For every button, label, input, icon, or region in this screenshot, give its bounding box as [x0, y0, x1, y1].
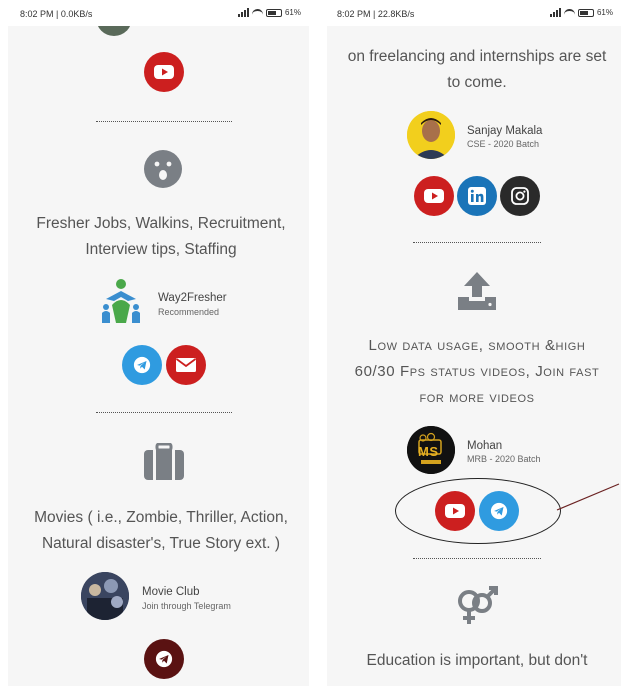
battery-percent: 61%	[596, 8, 613, 17]
highlight-oval	[395, 478, 561, 544]
section-description: Fresher Jobs, Walkins, Recruitment, Inte…	[36, 215, 286, 258]
youtube-button[interactable]	[435, 491, 475, 531]
wifi-icon	[251, 8, 263, 17]
left-phone-screen: 8:02 PM | 0.0KB/s 61% Fresher Jobs, Walk…	[8, 0, 309, 686]
telegram-icon	[155, 650, 173, 668]
channel-subtitle: Recommended	[158, 307, 220, 317]
channel-logo-text: MS	[418, 444, 439, 459]
upload-icon	[456, 271, 498, 311]
signal-icon	[549, 8, 561, 17]
mail-icon	[176, 358, 196, 372]
linkedin-button[interactable]	[457, 176, 497, 216]
annotation-pointer-line	[556, 483, 620, 511]
divider	[96, 412, 232, 413]
section-description-partial: Education is important, but don't	[366, 652, 588, 669]
divider	[96, 121, 232, 122]
telegram-button[interactable]	[479, 491, 519, 531]
author-subtitle: CSE - 2020 Batch	[467, 139, 540, 149]
youtube-icon	[154, 65, 174, 79]
instagram-icon	[511, 187, 529, 205]
face-surprise-icon	[144, 150, 182, 188]
section-description-partial: on freelancing and internships are set t…	[347, 48, 607, 91]
divider	[413, 558, 541, 559]
channel-name: Mohan	[467, 440, 503, 452]
battery-icon	[577, 8, 594, 17]
channel-logo	[98, 277, 144, 325]
youtube-button[interactable]	[144, 52, 184, 92]
channel-avatar	[81, 572, 129, 620]
battery-percent: 61%	[284, 8, 301, 17]
status-time-speed: 8:02 PM | 0.0KB/s	[20, 9, 93, 19]
wifi-icon	[563, 8, 575, 17]
section-description: Movies ( i.e., Zombie, Thriller, Action,…	[34, 509, 288, 552]
channel-logo: MS	[407, 426, 455, 474]
telegram-button[interactable]	[122, 345, 162, 385]
briefcase-icon	[143, 442, 185, 481]
author-name: Sanjay Makala	[467, 125, 543, 137]
telegram-icon	[133, 356, 151, 374]
battery-icon	[265, 8, 282, 17]
status-bar: 8:02 PM | 22.8KB/s 61%	[327, 0, 621, 26]
section-description: Low data usage, smooth &high 60/30 Fps s…	[354, 337, 600, 406]
status-icons: 61%	[549, 8, 613, 17]
status-time-speed: 8:02 PM | 22.8KB/s	[337, 9, 415, 19]
status-bar: 8:02 PM | 0.0KB/s 61%	[8, 0, 309, 26]
mail-button[interactable]	[166, 345, 206, 385]
author-avatar	[407, 111, 455, 159]
channel-name: Movie Club	[142, 586, 200, 598]
right-phone-screen: 8:02 PM | 22.8KB/s 61% on freelancing an…	[327, 0, 621, 686]
channel-name: Way2Fresher	[158, 292, 227, 304]
youtube-icon	[424, 189, 444, 203]
gender-icon	[454, 585, 500, 627]
youtube-button[interactable]	[414, 176, 454, 216]
channel-subtitle: MRB - 2020 Batch	[467, 454, 541, 464]
instagram-button[interactable]	[500, 176, 540, 216]
divider	[413, 242, 541, 243]
signal-icon	[237, 8, 249, 17]
channel-subtitle: Join through Telegram	[142, 601, 231, 611]
linkedin-icon	[468, 187, 486, 205]
youtube-icon	[445, 504, 465, 518]
status-icons: 61%	[237, 8, 301, 17]
telegram-button[interactable]	[144, 639, 184, 679]
telegram-icon	[490, 502, 508, 520]
